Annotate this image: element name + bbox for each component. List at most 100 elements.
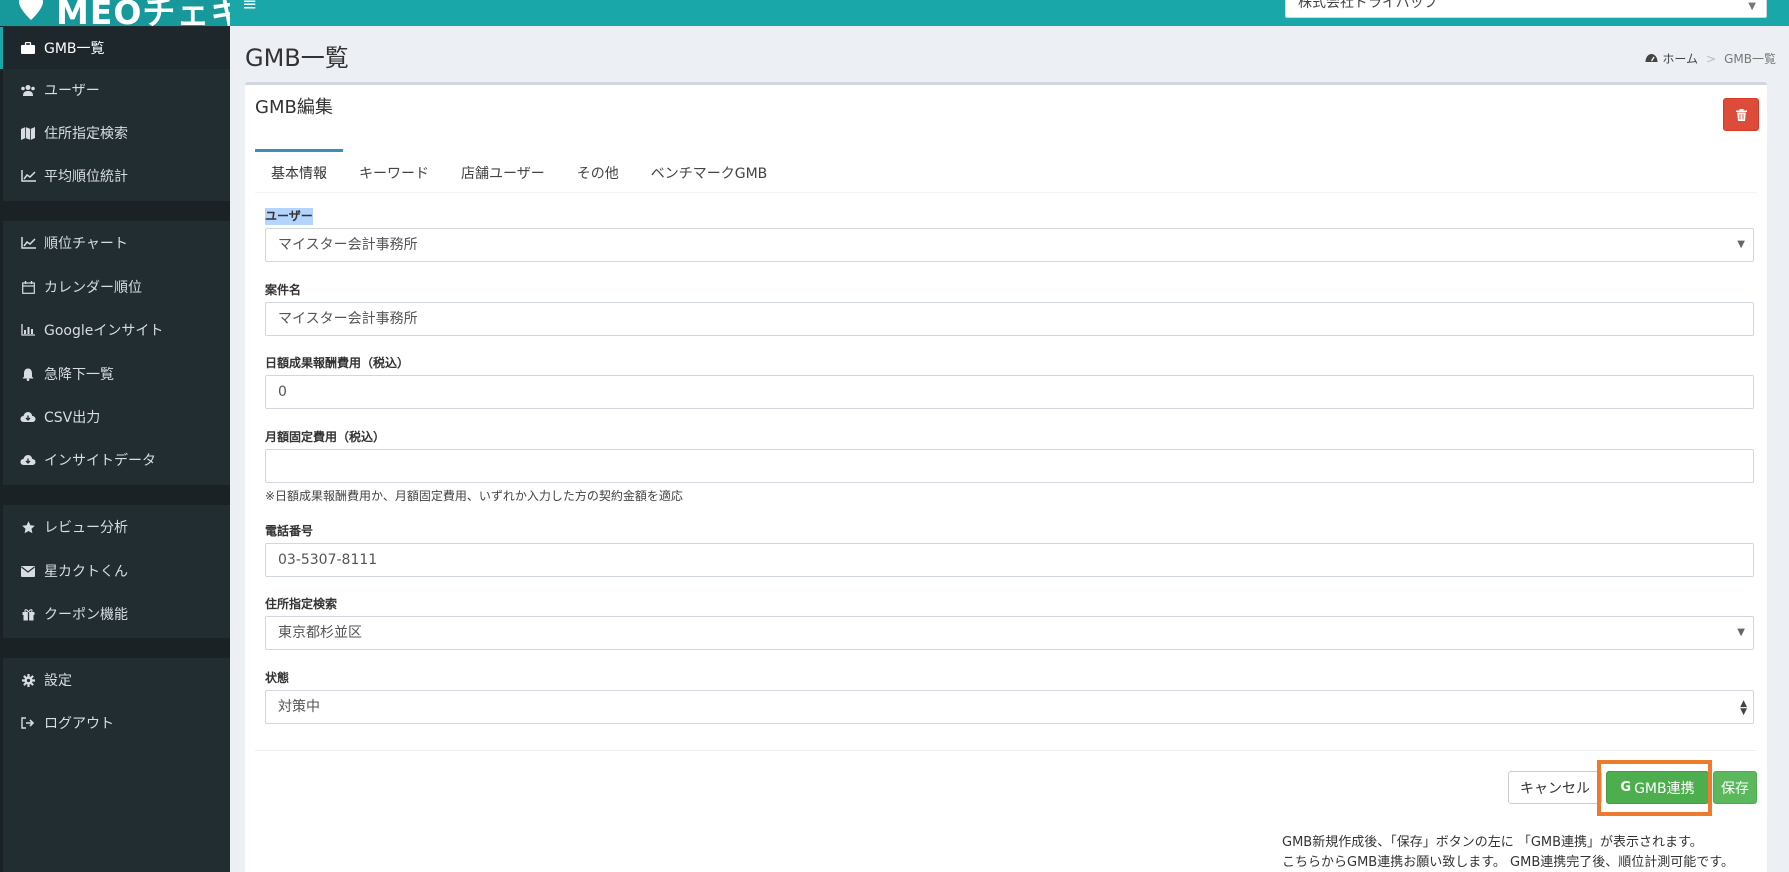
user-select-value: マイスター会計事務所	[278, 237, 418, 253]
cancel-button-label: キャンセル	[1520, 780, 1590, 797]
sidebar-item-sudden-drop[interactable]: 急降下一覧	[0, 353, 230, 395]
sidebar-item-csv-export[interactable]: CSV出力	[0, 396, 230, 438]
phone-label: 電話番号	[265, 524, 314, 538]
sidebar-item-review-analysis[interactable]: レビュー分析	[0, 506, 230, 548]
envelope-icon	[20, 564, 36, 578]
form-group-user: ユーザー マイスター会計事務所 ▼	[265, 205, 1754, 262]
form-group-monthly-fee: 月額固定費用（税込） ※日額成果報酬費用か、月額固定費用、いずれか入力した方の契…	[265, 426, 1754, 503]
sidebar-item-insight-data[interactable]: インサイトデータ	[0, 439, 230, 481]
sidebar-item-average-rank[interactable]: 平均順位統計	[0, 155, 230, 197]
sidebar-item-label: GMB一覧	[44, 41, 105, 57]
sidebar-item-label: インサイトデータ	[44, 453, 156, 469]
daily-fee-value: 0	[278, 384, 287, 400]
calendar-icon	[20, 280, 36, 294]
chevron-down-icon: ▼	[1748, 1, 1756, 12]
map-pin-icon	[19, 0, 43, 20]
line-chart-icon	[20, 169, 36, 183]
status-value: 対策中	[278, 699, 320, 715]
form-group-address-search: 住所指定検索 東京都杉並区 ▼	[265, 593, 1754, 650]
status-select[interactable]: 対策中 ▲ ▼	[265, 690, 1754, 724]
briefcase-icon	[20, 41, 36, 55]
case-name-value: マイスター会計事務所	[278, 311, 418, 327]
form-group-status: 状態 対策中 ▲ ▼	[265, 667, 1754, 724]
company-select-value: 株式会社ドライバップ	[1298, 0, 1438, 11]
logo[interactable]: MEOチェキ	[0, 0, 230, 26]
box-title: GMB編集	[255, 97, 333, 118]
sidebar-separator	[0, 638, 230, 658]
monthly-fee-input[interactable]	[265, 449, 1754, 483]
content-header: GMB一覧	[245, 38, 349, 73]
cancel-button[interactable]: キャンセル	[1508, 771, 1602, 804]
sidebar-item-label: カレンダー順位	[44, 280, 142, 296]
gift-icon	[20, 607, 36, 621]
daily-fee-input[interactable]: 0	[265, 375, 1754, 409]
up-down-arrows-icon: ▲ ▼	[1740, 699, 1747, 717]
map-icon	[20, 126, 36, 140]
sidebar-item-label: Googleインサイト	[44, 323, 164, 339]
form-group-daily-fee: 日額成果報酬費用（税込） 0	[265, 352, 1754, 409]
delete-button[interactable]	[1723, 98, 1759, 131]
sidebar-item-calendar-rank[interactable]: カレンダー順位	[0, 266, 230, 308]
users-icon	[20, 83, 36, 97]
sidebar-item-label: 星カクトくん	[44, 564, 128, 580]
sidebar-item-address-search[interactable]: 住所指定検索	[0, 112, 230, 154]
trash-icon	[1735, 108, 1747, 121]
sidebar-item-label: 設定	[44, 673, 72, 689]
sidebar-item-coupon[interactable]: クーポン機能	[0, 593, 230, 635]
gear-icon	[20, 673, 36, 687]
form-group-phone: 電話番号 03-5307-8111	[265, 520, 1754, 577]
breadcrumb: ホーム > GMB一覧	[1645, 50, 1776, 67]
tab-other[interactable]: その他	[561, 149, 635, 193]
sidebar-item-label: ログアウト	[44, 716, 114, 732]
user-label: ユーザー	[265, 208, 313, 225]
tab-bar: 基本情報 キーワード 店舗ユーザー その他 ベンチマークGMB	[255, 149, 1757, 193]
bar-chart-icon	[20, 323, 36, 337]
breadcrumb-home[interactable]: ホーム	[1662, 50, 1698, 67]
hamburger-icon[interactable]: ≡	[242, 0, 257, 15]
daily-fee-label: 日額成果報酬費用（税込）	[265, 356, 410, 370]
sidebar-item-label: 平均順位統計	[44, 169, 128, 185]
sidebar-item-label: 急降下一覧	[44, 367, 114, 383]
case-name-input[interactable]: マイスター会計事務所	[265, 302, 1754, 336]
sidebar-item-google-insight[interactable]: Googleインサイト	[0, 309, 230, 351]
phone-value: 03-5307-8111	[278, 552, 378, 568]
user-select[interactable]: マイスター会計事務所 ▼	[265, 228, 1754, 262]
sidebar-item-label: 順位チャート	[44, 236, 128, 252]
tab-keywords[interactable]: キーワード	[343, 149, 445, 193]
highlight-frame	[1597, 760, 1712, 816]
form-group-case-name: 案件名 マイスター会計事務所	[265, 279, 1754, 336]
tab-basic-info[interactable]: 基本情報	[255, 149, 343, 193]
sidebar-item-users[interactable]: ユーザー	[0, 69, 230, 111]
top-header: MEOチェキ ≡ 株式会社ドライバップ ▼	[0, 0, 1789, 26]
address-search-label: 住所指定検索	[265, 597, 338, 611]
sidebar-item-logout[interactable]: ログアウト	[0, 702, 230, 744]
status-label: 状態	[265, 671, 290, 685]
sidebar-separator	[0, 201, 230, 221]
tab-store-users[interactable]: 店舗ユーザー	[445, 149, 561, 193]
fee-help-text: ※日額成果報酬費用か、月額固定費用、いずれか入力した方の契約金額を適応	[265, 489, 683, 503]
save-button[interactable]: 保存	[1713, 771, 1757, 804]
star-icon	[20, 520, 36, 534]
sidebar-item-label: クーポン機能	[44, 607, 128, 623]
sidebar-item-label: CSV出力	[44, 410, 101, 426]
sidebar-item-settings[interactable]: 設定	[0, 659, 230, 701]
bell-icon	[20, 367, 36, 381]
tab-benchmark-gmb[interactable]: ベンチマークGMB	[635, 149, 784, 193]
sidebar-item-hoshi-kakuto[interactable]: 星カクトくん	[0, 550, 230, 592]
monthly-fee-label: 月額固定費用（税込）	[265, 430, 386, 444]
sidebar-item-rank-chart[interactable]: 順位チャート	[0, 222, 230, 264]
address-search-select[interactable]: 東京都杉並区 ▼	[265, 616, 1754, 650]
gmb-edit-box: GMB編集 基本情報 キーワード 店舗ユーザー その他 ベンチマークGMB ユー…	[245, 82, 1767, 872]
sidebar-separator	[0, 485, 230, 505]
case-name-label: 案件名	[265, 283, 302, 297]
phone-input[interactable]: 03-5307-8111	[265, 543, 1754, 577]
sidebar-item-gmb-list[interactable]: GMB一覧	[0, 27, 230, 69]
company-select[interactable]: 株式会社ドライバップ ▼	[1285, 0, 1767, 18]
sidebar: GMB一覧 ユーザー 住所指定検索 平均順位統計 順位チャート カレンダー順位 …	[0, 26, 230, 872]
sidebar-item-label: レビュー分析	[44, 520, 128, 536]
save-button-label: 保存	[1721, 780, 1749, 797]
dashboard-icon	[1645, 54, 1658, 62]
line-chart-icon	[20, 236, 36, 250]
note-line-1: GMB新規作成後、「保存」ボタンの左に 「GMB連携」が表示されます。	[1282, 835, 1703, 850]
chevron-down-icon: ▼	[1737, 239, 1745, 250]
